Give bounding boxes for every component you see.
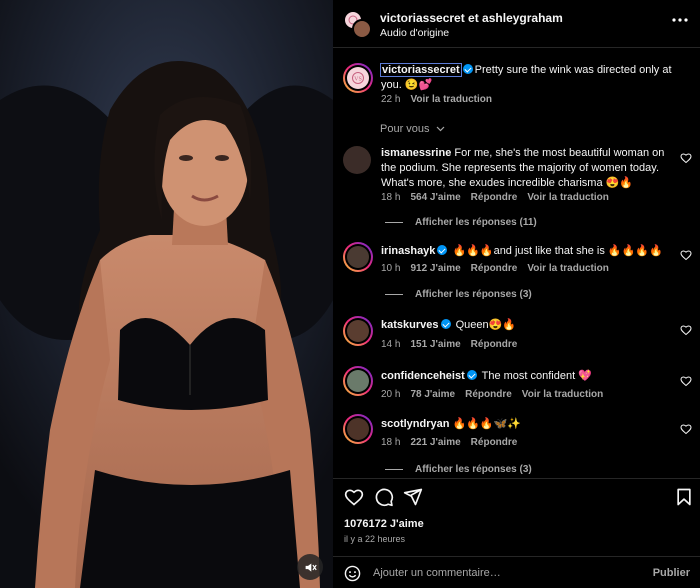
comment-meta: 14 h 151 J'aime Répondre xyxy=(381,339,527,350)
comments-scroll[interactable]: VS victoriassecret Pretty sure the wink w… xyxy=(333,48,700,478)
vs-logo-icon: VS xyxy=(352,72,364,84)
comment-body: 🔥🔥🔥and just like that she is 🔥🔥🔥🔥 xyxy=(452,245,663,257)
comment-time[interactable]: 18 h xyxy=(381,192,400,203)
reply-button[interactable]: Répondre xyxy=(471,437,518,448)
comment-username[interactable]: ismanessrine xyxy=(381,147,451,159)
comment-icon[interactable] xyxy=(374,487,394,507)
comment-time[interactable]: 18 h xyxy=(381,437,400,448)
reply-button[interactable]: Répondre xyxy=(471,192,518,203)
comment-item: ismanessrine For me, she's the most beau… xyxy=(333,146,700,236)
translate-button[interactable]: Voir la traduction xyxy=(527,192,609,203)
caption-meta: 22 h Voir la traduction xyxy=(381,94,502,105)
avatar[interactable] xyxy=(343,414,373,444)
avatar[interactable] xyxy=(343,242,373,272)
mute-button[interactable] xyxy=(297,554,323,580)
comment-input[interactable] xyxy=(373,563,623,583)
publish-button[interactable]: Publier xyxy=(653,567,690,579)
caption-time[interactable]: 22 h xyxy=(381,94,400,105)
comment-meta: 20 h 78 J'aime Répondre Voir la traduction xyxy=(381,389,613,400)
comment-username[interactable]: irinashayk xyxy=(381,245,435,257)
avatar[interactable] xyxy=(343,146,371,174)
show-replies-button[interactable]: Afficher les réponses (3) xyxy=(385,464,532,475)
comment-time[interactable]: 10 h xyxy=(381,263,400,274)
comment-username[interactable]: confidenceheist xyxy=(381,370,465,382)
caption-username[interactable]: victoriassecret xyxy=(380,63,462,77)
comment-time[interactable]: 20 h xyxy=(381,389,400,400)
share-icon[interactable] xyxy=(403,487,423,507)
comment-meta: 18 h 564 J'aime Répondre Voir la traduction xyxy=(381,192,619,203)
reply-button[interactable]: Répondre xyxy=(471,339,518,350)
post-panel: victoriassecret et ashleygraham Audio d'… xyxy=(333,0,700,588)
heart-icon[interactable] xyxy=(680,375,692,387)
avatar[interactable] xyxy=(343,366,373,396)
comment-text: ismanessrine For me, she's the most beau… xyxy=(381,146,681,191)
reply-button[interactable]: Répondre xyxy=(465,389,512,400)
emoji-icon[interactable] xyxy=(344,565,361,582)
collab-avatars[interactable] xyxy=(343,10,372,39)
comment-text: katskurves Queen😍🔥 xyxy=(381,318,681,333)
more-options-button[interactable] xyxy=(670,15,690,29)
verified-badge-icon xyxy=(440,319,451,329)
comment-username[interactable]: katskurves xyxy=(381,319,439,331)
speaker-muted-icon xyxy=(305,562,317,572)
more-horizontal-icon xyxy=(672,18,688,22)
comment-time[interactable]: 14 h xyxy=(381,339,400,350)
post-media[interactable] xyxy=(0,0,333,588)
header-title[interactable]: victoriassecret et ashleygraham xyxy=(380,11,563,25)
post-header: victoriassecret et ashleygraham Audio d'… xyxy=(333,0,700,48)
verified-badge-icon xyxy=(466,370,477,380)
audio-label[interactable]: Audio d'origine xyxy=(380,27,449,39)
comment-body: The most confident 💖 xyxy=(481,370,592,382)
comment-meta: 18 h 221 J'aime Répondre xyxy=(381,437,527,448)
comment-item: katskurves Queen😍🔥 14 h 151 J'aime Répondr… xyxy=(333,318,700,358)
comment-likes[interactable]: 78 J'aime xyxy=(410,389,455,400)
comment-text: scotlyndryan 🔥🔥🔥🦋✨ xyxy=(381,417,681,432)
show-replies-button[interactable]: Afficher les réponses (3) xyxy=(385,289,532,300)
comment-likes[interactable]: 912 J'aime xyxy=(410,263,460,274)
comment-text: confidenceheist The most confident 💖 xyxy=(381,369,681,384)
comment-item: scotlyndryan 🔥🔥🔥🦋✨ 18 h 221 J'aime Répondr… xyxy=(333,416,700,478)
post-actions: 1076172 J'aime il y a 22 heures Publier xyxy=(333,478,700,588)
comment-username[interactable]: scotlyndryan xyxy=(381,418,449,430)
translate-button[interactable]: Voir la traduction xyxy=(527,263,609,274)
caption-text: victoriassecret Pretty sure the wink was … xyxy=(380,63,681,93)
translate-button[interactable]: Voir la traduction xyxy=(522,389,604,400)
caption: VS victoriassecret Pretty sure the wink w… xyxy=(333,60,700,115)
for-you-label: Pour vous xyxy=(380,123,430,135)
svg-text:VS: VS xyxy=(354,77,362,83)
avatar[interactable] xyxy=(343,316,373,346)
bookmark-icon[interactable] xyxy=(674,487,694,507)
comment-body: Queen😍🔥 xyxy=(455,319,516,331)
heart-icon[interactable] xyxy=(680,324,692,336)
comment-item: confidenceheist The most confident 💖 20 … xyxy=(333,368,700,408)
comment-likes[interactable]: 221 J'aime xyxy=(410,437,460,448)
heart-icon[interactable] xyxy=(680,249,692,261)
runway-photo xyxy=(0,0,333,588)
post-time[interactable]: il y a 22 heures xyxy=(344,534,405,544)
comment-item: irinashayk 🔥🔥🔥and just like that she is … xyxy=(333,244,700,314)
comment-body: 🔥🔥🔥🦋✨ xyxy=(452,418,522,430)
verified-badge-icon xyxy=(462,64,473,74)
avatar[interactable]: VS xyxy=(343,63,373,93)
likes-count[interactable]: 1076172 J'aime xyxy=(344,518,424,530)
verified-badge-icon xyxy=(437,245,448,255)
comment-text: irinashayk 🔥🔥🔥and just like that she is … xyxy=(381,244,681,259)
show-replies-button[interactable]: Afficher les réponses (11) xyxy=(385,217,537,228)
heart-icon[interactable] xyxy=(680,423,692,435)
heart-icon[interactable] xyxy=(344,487,364,507)
reply-button[interactable]: Répondre xyxy=(471,263,518,274)
caption-translate-button[interactable]: Voir la traduction xyxy=(410,94,492,105)
heart-icon[interactable] xyxy=(680,152,692,164)
comment-likes[interactable]: 151 J'aime xyxy=(410,339,460,350)
comment-meta: 10 h 912 J'aime Répondre Voir la traduction xyxy=(381,263,619,274)
comment-likes[interactable]: 564 J'aime xyxy=(410,192,460,203)
for-you-dropdown[interactable]: Pour vous xyxy=(380,123,445,135)
comment-bar: Publier xyxy=(333,556,700,588)
chevron-down-icon xyxy=(436,126,445,132)
avatar xyxy=(352,19,372,39)
